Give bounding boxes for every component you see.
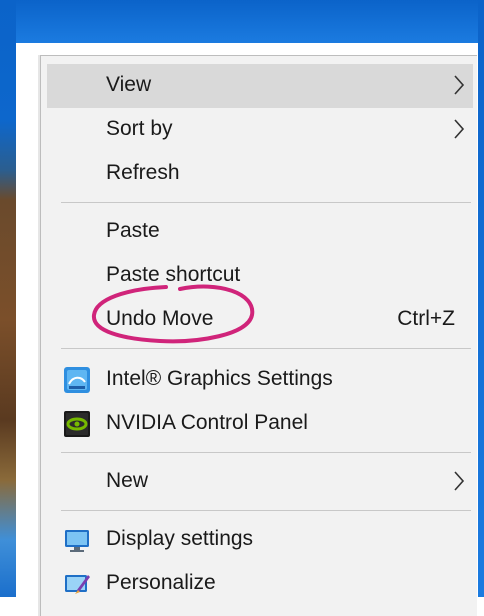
menu-item-refresh-label: Refresh — [106, 161, 180, 184]
menu-item-personalize-label: Personalize — [106, 571, 216, 594]
menu-item-view-label: View — [106, 73, 152, 96]
chevron-right-icon — [454, 119, 465, 139]
display-icon — [65, 530, 89, 552]
menu-item-undo-move-shortcut: Ctrl+Z — [397, 307, 455, 330]
menu-separator — [61, 348, 471, 349]
menu-separator — [61, 452, 471, 453]
menu-item-paste-label: Paste — [106, 219, 160, 242]
menu-item-display-settings[interactable]: Display settings — [47, 518, 473, 562]
menu-item-paste-shortcut[interactable]: Paste shortcut — [47, 254, 473, 298]
chevron-right-icon — [454, 75, 465, 95]
menu-item-intel-graphics-label: Intel® Graphics Settings — [106, 367, 333, 390]
menu-item-nvidia-control-panel[interactable]: NVIDIA Control Panel — [47, 402, 473, 446]
menu-item-refresh[interactable]: Refresh — [47, 152, 473, 196]
nvidia-icon — [64, 411, 90, 437]
menu-item-new[interactable]: New — [47, 460, 473, 504]
menu-item-intel-graphics[interactable]: Intel® Graphics Settings — [47, 358, 473, 402]
desktop-background-left — [0, 0, 16, 597]
desktop-background-right — [478, 0, 484, 597]
menu-separator — [61, 202, 471, 203]
menu-item-personalize[interactable]: Personalize — [47, 562, 473, 606]
menu-item-paste[interactable]: Paste — [47, 210, 473, 254]
menu-item-undo-move[interactable]: Undo Move Ctrl+Z — [47, 298, 473, 342]
menu-item-display-settings-label: Display settings — [106, 527, 254, 550]
intel-graphics-icon — [64, 367, 90, 393]
menu-item-view[interactable]: View — [47, 64, 473, 108]
chevron-right-icon — [454, 471, 465, 491]
desktop-context-menu: View Sort by Refresh Paste Paste shortcu… — [40, 55, 477, 616]
menu-separator — [61, 510, 471, 511]
menu-item-sort-by[interactable]: Sort by — [47, 108, 473, 152]
desktop-background-top — [0, 0, 484, 43]
menu-item-nvidia-control-panel-label: NVIDIA Control Panel — [106, 411, 308, 434]
menu-item-paste-shortcut-label: Paste shortcut — [106, 263, 241, 286]
menu-item-undo-move-label: Undo Move — [106, 307, 214, 330]
menu-item-sort-by-label: Sort by — [106, 117, 173, 140]
personalize-icon — [65, 575, 90, 594]
menu-item-new-label: New — [106, 469, 149, 492]
